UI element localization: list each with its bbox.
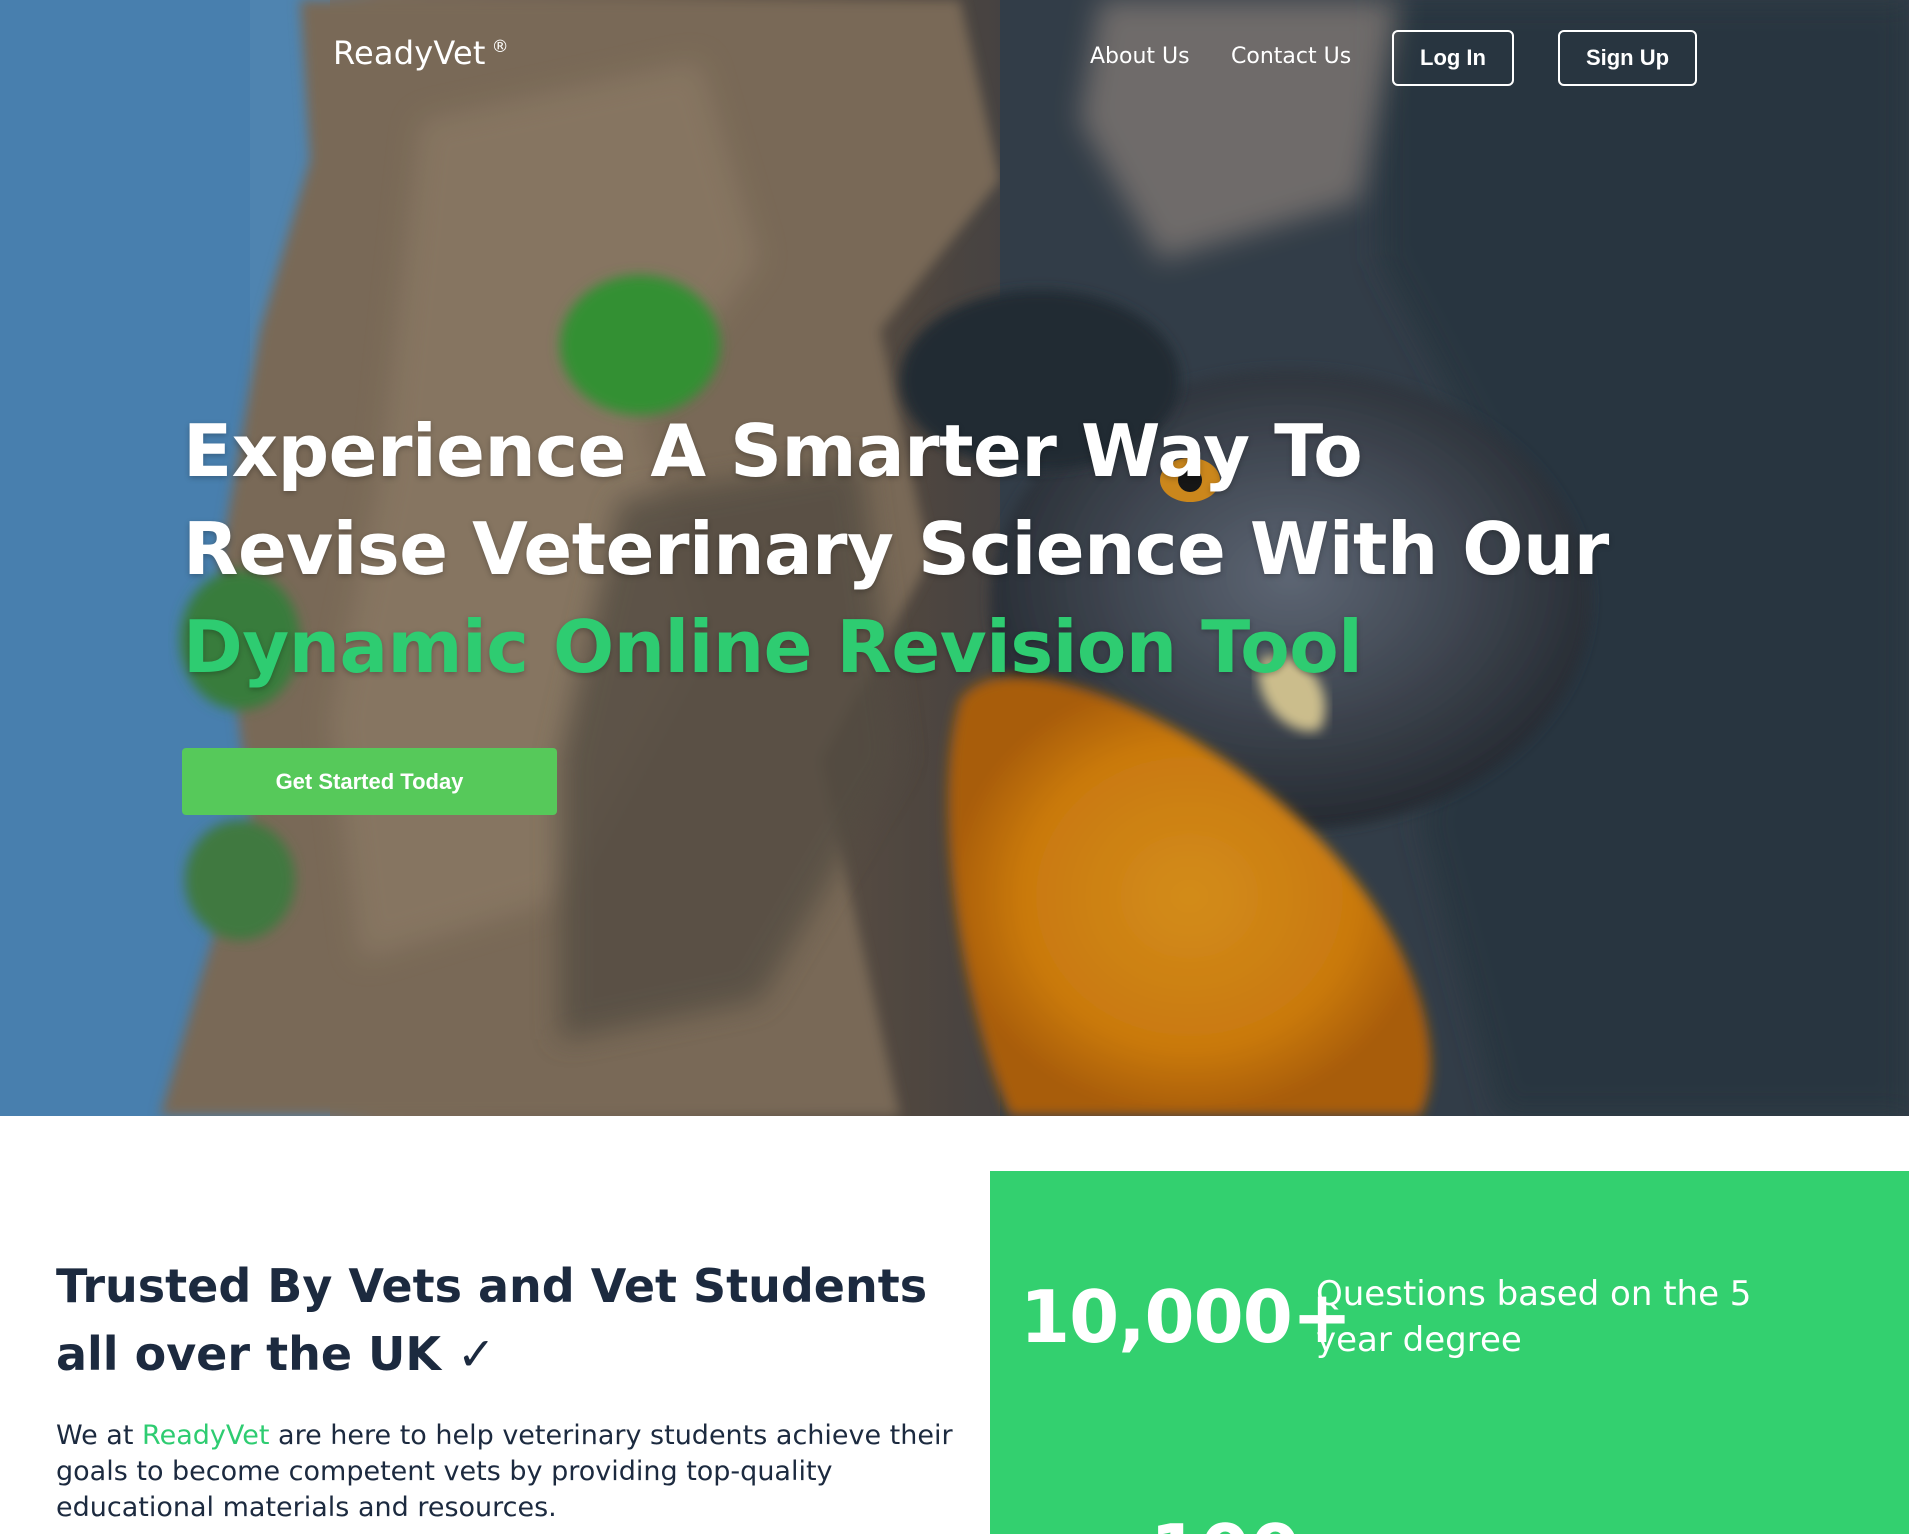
trust-description: We at ReadyVet are here to help veterina… xyxy=(56,1418,956,1526)
login-button[interactable]: Log In xyxy=(1392,30,1514,86)
brand-logo[interactable]: ReadyVet ® xyxy=(333,34,509,72)
hero-headline: Experience A Smarter Way To Revise Veter… xyxy=(183,402,1609,696)
trust-text-prefix: We at xyxy=(56,1420,143,1451)
brand-name: ReadyVet xyxy=(333,34,486,72)
headline-line-2: Revise Veterinary Science With Our xyxy=(183,507,1609,591)
questions-count: 10,000+ xyxy=(1020,1275,1352,1359)
trust-heading: Trusted By Vets and Vet Students all ove… xyxy=(56,1259,928,1381)
registered-mark: ® xyxy=(491,37,509,57)
headline-line-1: Experience A Smarter Way To xyxy=(183,409,1363,493)
hero-section: ReadyVet ® About Us Contact Us Log In Sig… xyxy=(0,0,1909,1116)
headline-line-3: Dynamic Online Revision Tool xyxy=(183,605,1363,689)
second-stat-value: 100 xyxy=(1150,1509,1300,1534)
get-started-button[interactable]: Get Started Today xyxy=(182,748,557,815)
signup-button[interactable]: Sign Up xyxy=(1558,30,1697,86)
nav-contact-us[interactable]: Contact Us xyxy=(1231,44,1351,69)
nav-about-us[interactable]: About Us xyxy=(1090,44,1190,69)
trust-brand-name: ReadyVet xyxy=(142,1420,270,1451)
questions-label: Questions based on the 5 year degree xyxy=(1316,1274,1752,1360)
stats-panel: 10,000+ Questions based on the 5 year de… xyxy=(990,1171,1909,1534)
